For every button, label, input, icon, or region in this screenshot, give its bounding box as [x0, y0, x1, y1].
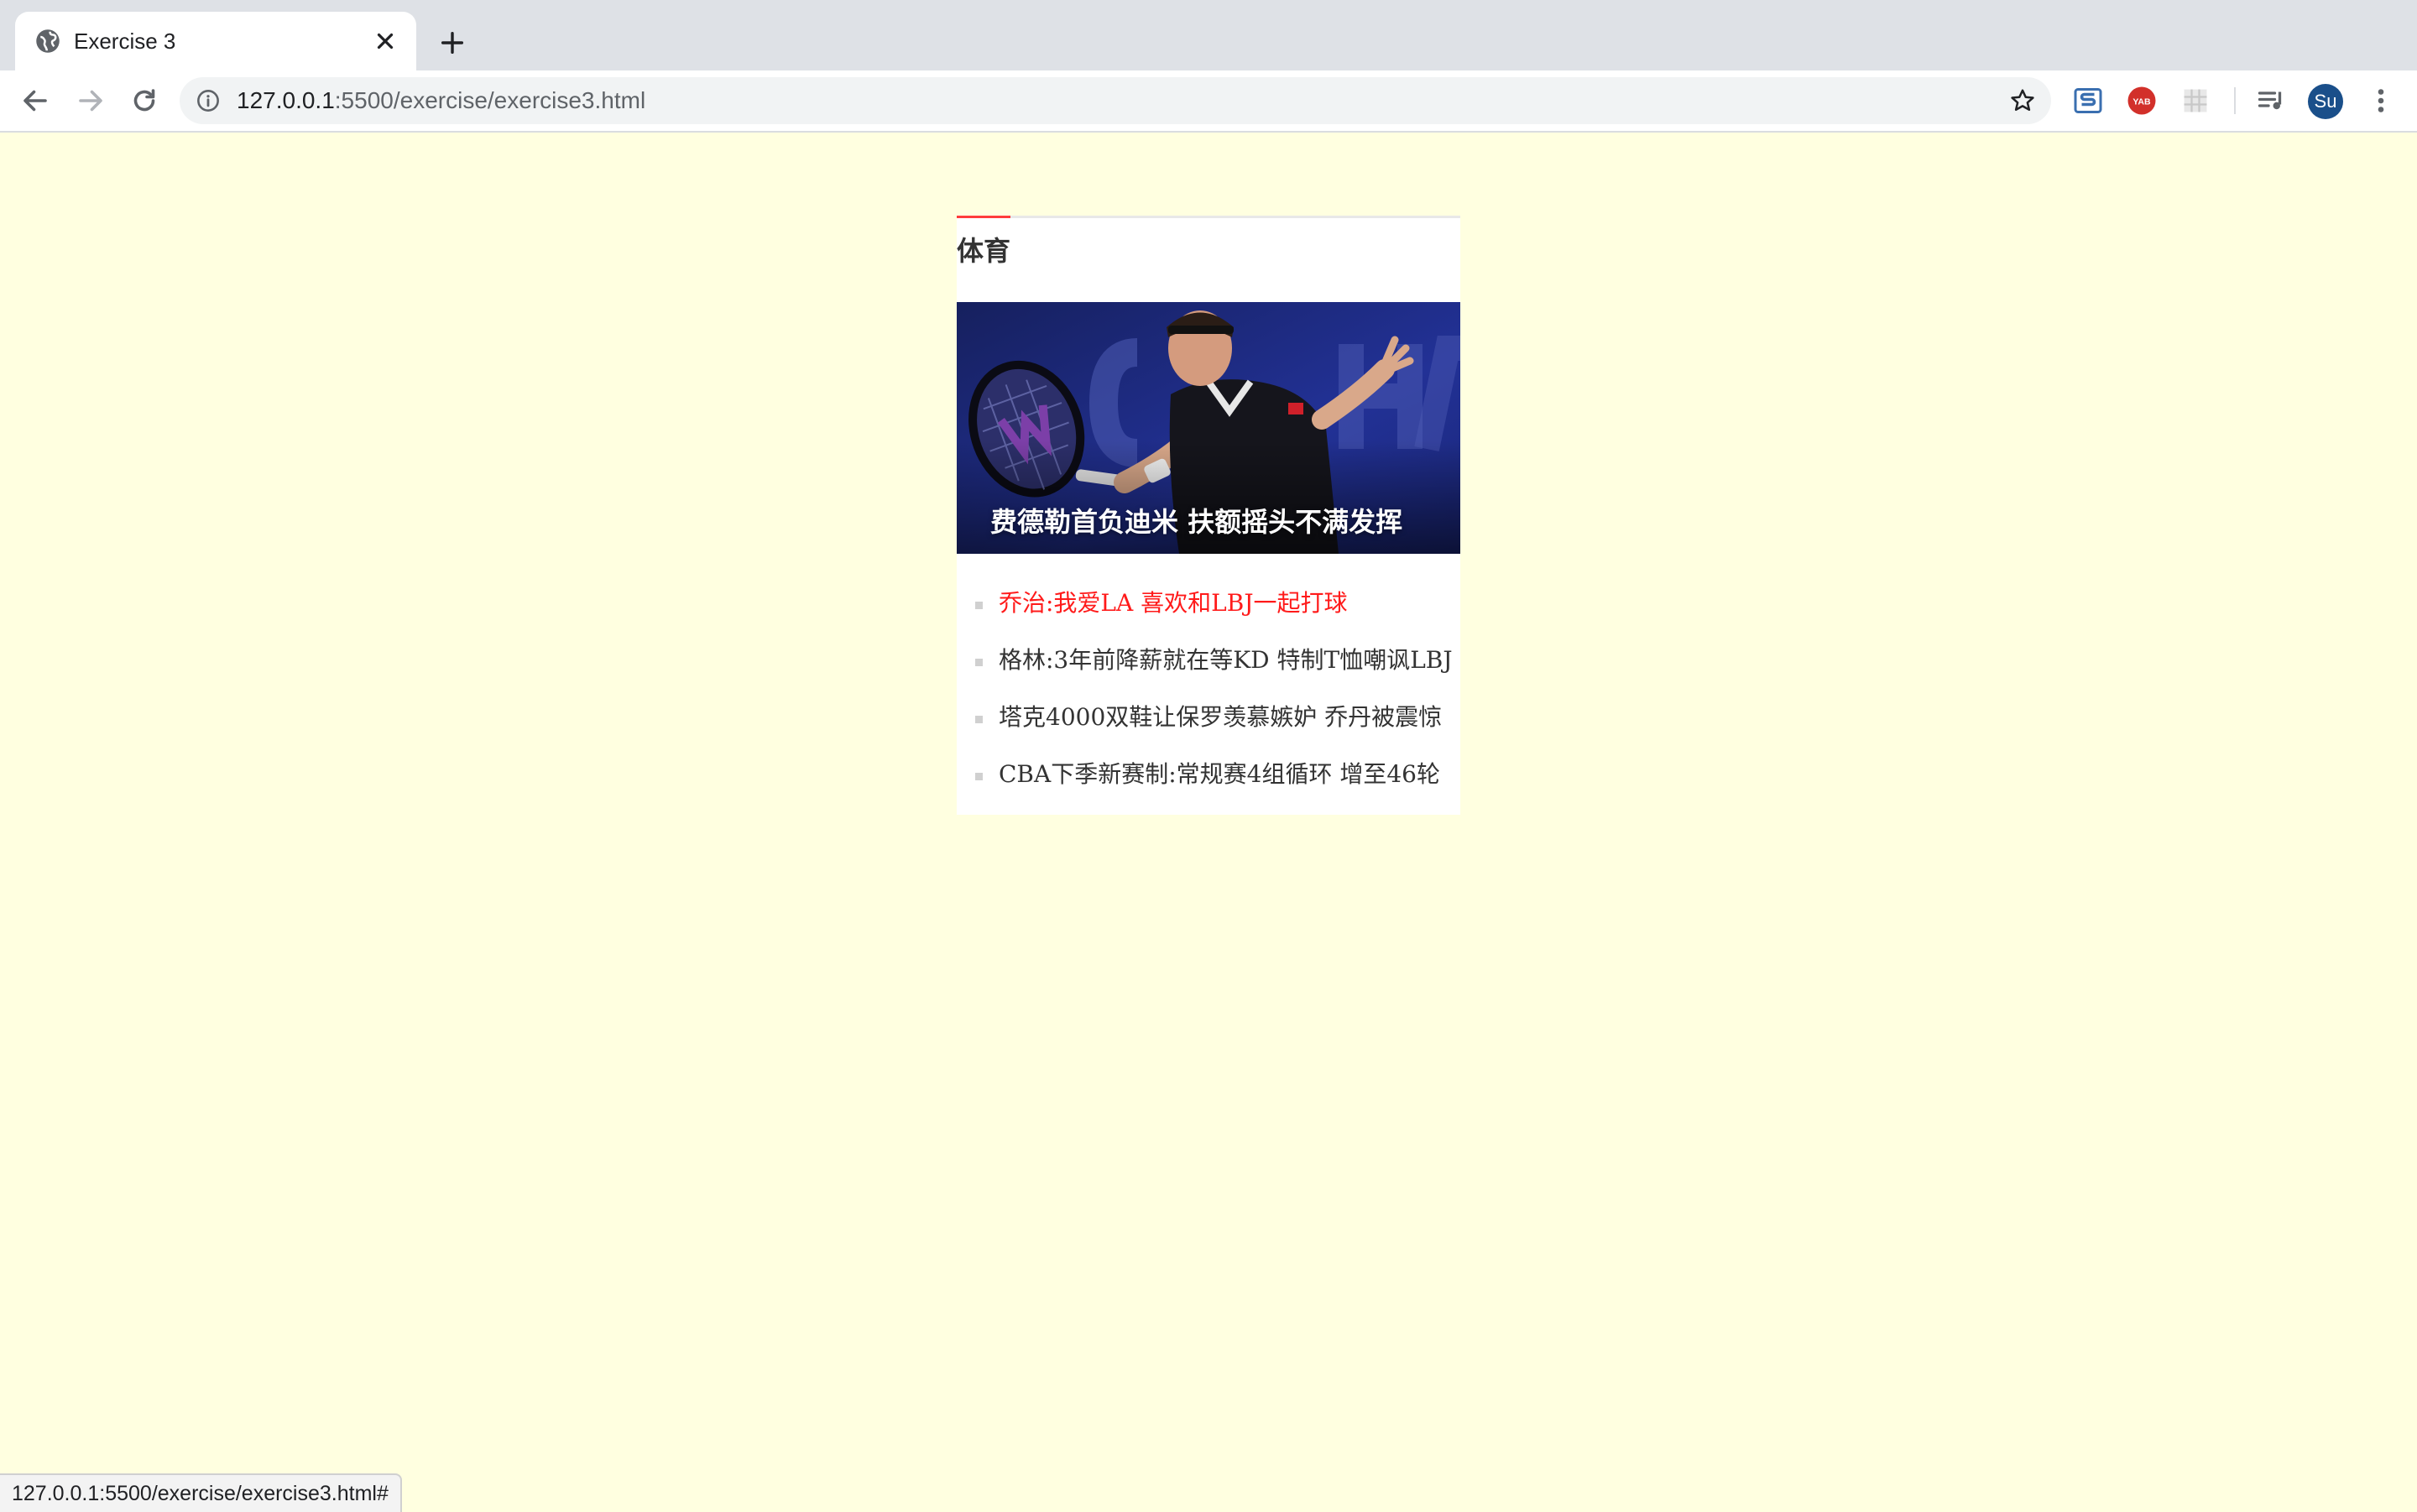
photo-caption: 费德勒首负迪米 扶额摇头不满发挥 [990, 506, 1403, 538]
forward-arrow-icon[interactable] [76, 86, 106, 116]
square-bullet-icon [975, 602, 983, 609]
yab-extension-icon[interactable]: YAB [2127, 86, 2157, 116]
sports-news-box: 体育 费德勒首负迪米 扶额摇头不满发挥 乔治:我爱LA 喜欢和LBJ一起打球 格… [957, 216, 1460, 815]
square-bullet-icon [975, 659, 983, 666]
accent-bar [957, 216, 1010, 218]
square-bullet-icon [975, 716, 983, 723]
browser-tab[interactable]: Exercise 3 [15, 12, 416, 70]
more-menu-icon[interactable] [2368, 86, 2394, 116]
info-icon[interactable] [196, 89, 220, 112]
section-heading: 体育 [957, 235, 1011, 267]
media-queue-icon[interactable] [2256, 86, 2286, 116]
square-bullet-icon [975, 773, 983, 780]
tab-strip: Exercise 3 [0, 0, 2417, 70]
news-list: 乔治:我爱LA 喜欢和LBJ一起打球 格林:3年前降薪就在等KD 特制T恤嘲讽L… [957, 576, 1460, 805]
news-link[interactable]: CBA下季新赛制:常规赛4组循环 增至46轮 [999, 758, 1440, 791]
address-bar[interactable]: 127.0.0.1:5500/exercise/exercise3.html [180, 77, 2051, 124]
bookmark-star-icon[interactable] [2009, 87, 2036, 114]
headline-photo-link[interactable]: 费德勒首负迪米 扶额摇头不满发挥 [957, 302, 1460, 554]
news-link[interactable]: 塔克4000双鞋让保罗羡慕嫉妒 乔丹被震惊 [999, 701, 1442, 734]
list-item: CBA下季新赛制:常规赛4组循环 增至46轮 [957, 748, 1460, 805]
url-text: 127.0.0.1:5500/exercise/exercise3.html [237, 86, 645, 116]
s-extension-icon[interactable] [2073, 86, 2103, 116]
news-link[interactable]: 格林:3年前降薪就在等KD 特制T恤嘲讽LBJ [999, 644, 1453, 677]
toolbar-separator [2234, 87, 2236, 114]
reload-icon[interactable] [129, 86, 159, 116]
news-link[interactable]: 乔治:我爱LA 喜欢和LBJ一起打球 [999, 587, 1348, 620]
list-item: 格林:3年前降薪就在等KD 特制T恤嘲讽LBJ [957, 633, 1460, 691]
status-bar-url: 127.0.0.1:5500/exercise/exercise3.html# [0, 1473, 402, 1512]
new-tab-icon[interactable] [438, 29, 467, 57]
grid-extension-icon[interactable] [2180, 86, 2211, 116]
url-path: :5500/exercise/exercise3.html [334, 87, 646, 113]
list-item: 乔治:我爱LA 喜欢和LBJ一起打球 [957, 576, 1460, 633]
profile-avatar[interactable]: Su [2308, 84, 2343, 119]
globe-icon [36, 29, 60, 53]
svg-text:YAB: YAB [2132, 97, 2151, 107]
url-host: 127.0.0.1 [237, 87, 335, 113]
top-border [957, 216, 1460, 218]
back-arrow-icon[interactable] [20, 86, 50, 116]
browser-toolbar: 127.0.0.1:5500/exercise/exercise3.html Y… [0, 70, 2417, 133]
list-item: 塔克4000双鞋让保罗羡慕嫉妒 乔丹被震惊 [957, 691, 1460, 748]
close-icon[interactable] [373, 29, 398, 54]
tab-title: Exercise 3 [74, 29, 176, 54]
